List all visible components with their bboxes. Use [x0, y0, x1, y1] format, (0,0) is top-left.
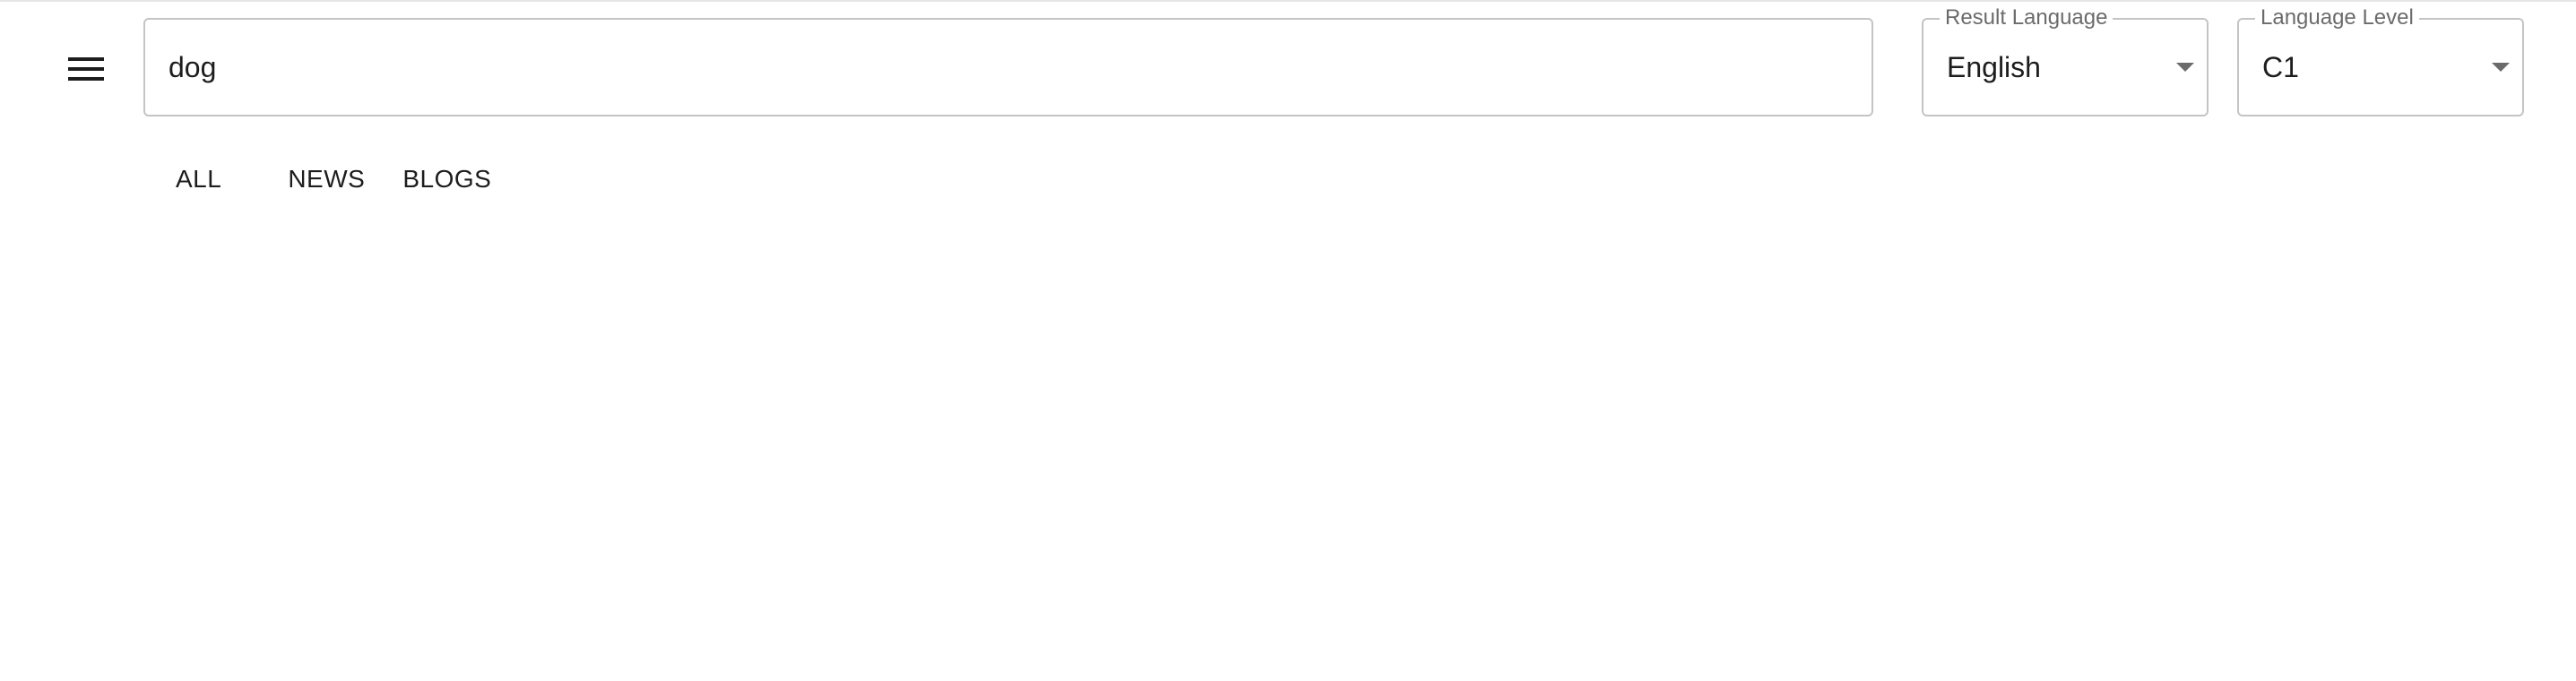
tab-news[interactable]: NEWS [270, 152, 383, 206]
tab-bar: ALL NEWS BLOGS [158, 152, 509, 206]
result-language-value: English [1947, 51, 2041, 83]
tab-all[interactable]: ALL [158, 152, 239, 206]
search-input[interactable] [169, 20, 1836, 115]
menu-button[interactable] [50, 38, 122, 100]
language-level-select[interactable]: Language Level C1 [2237, 5, 2524, 116]
menu-icon [68, 57, 104, 81]
language-level-value: C1 [2262, 51, 2299, 83]
app-bar: Result Language English Language Level C… [0, 0, 2576, 224]
results-area [0, 224, 2576, 681]
result-language-select[interactable]: Result Language English [1922, 5, 2209, 116]
search-box [143, 18, 1873, 116]
tab-blogs[interactable]: BLOGS [385, 152, 509, 206]
caret-down-icon [2176, 63, 2194, 72]
caret-down-icon [2492, 63, 2510, 72]
